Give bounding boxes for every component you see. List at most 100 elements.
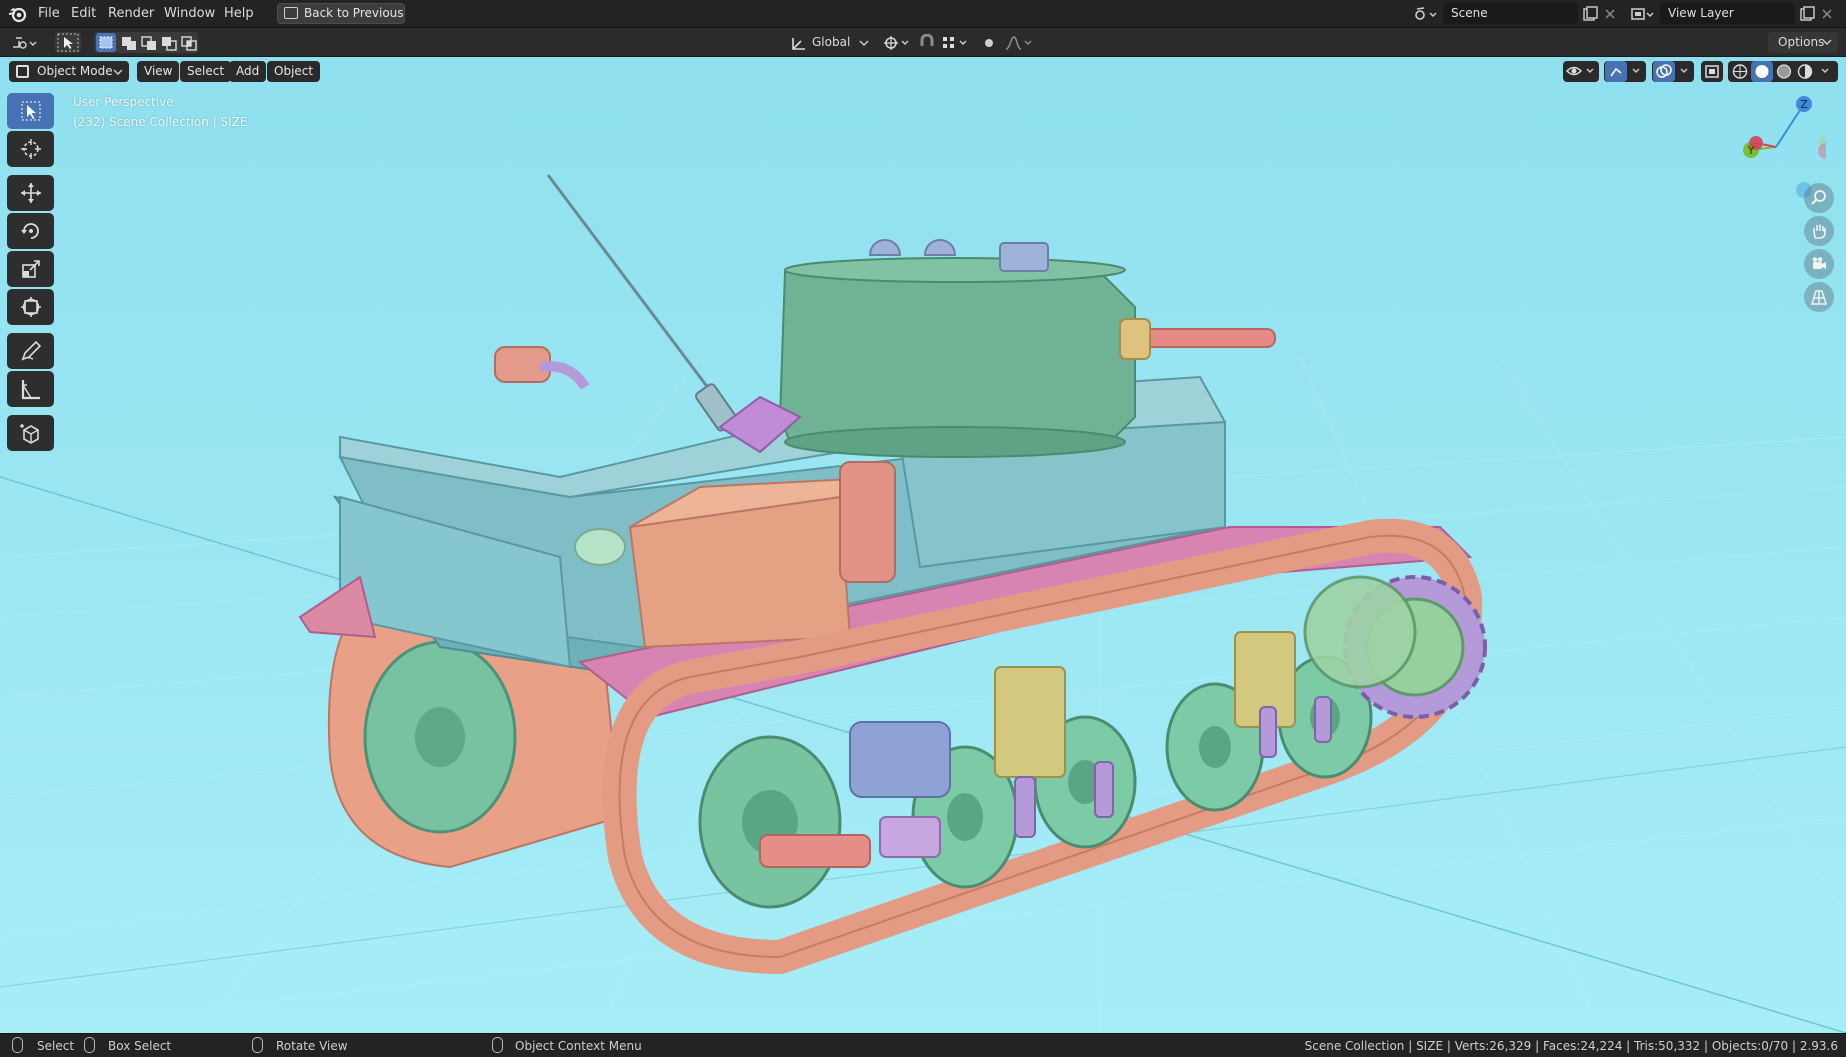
overlays-icon [1653,61,1688,82]
new-view-layer-icon[interactable] [1798,5,1816,23]
ruler-icon [21,380,40,400]
transform-icon [20,297,41,317]
annotate-tool[interactable] [7,333,54,369]
magnifier-icon [1811,190,1826,205]
blender-logo-icon[interactable] [8,5,28,23]
rotate-icon [20,223,39,239]
proportional-editing-icon[interactable] [980,34,998,52]
transform-tool[interactable] [7,289,54,325]
xray-icon [1705,65,1719,78]
snap-increment-icon[interactable] [940,34,970,52]
select-intersect-icon[interactable] [181,36,197,51]
wireframe-shading-icon[interactable] [1732,64,1748,79]
3d-cursor-icon [20,139,41,159]
selection-mode-group [94,32,198,53]
scale-tool[interactable] [7,251,54,287]
viewport-header: Object Mode View Select Add Object [0,57,1846,83]
object-mode-icon [16,65,29,78]
select-box-icon [21,101,40,121]
status-select-hint: Select [37,1039,75,1053]
z-axis-label: Z [1800,98,1808,111]
menu-edit[interactable]: Edit [65,4,102,24]
turret [778,271,1136,443]
shading-mode-group [1728,61,1838,82]
track-tensioner [759,834,871,868]
status-rotate-view-hint: Rotate View [276,1039,348,1053]
transform-orientation-dropdown[interactable]: Global [812,32,850,53]
measure-tool[interactable] [7,371,54,407]
select-new-icon[interactable] [96,33,116,52]
gizmo-icon [1605,61,1640,82]
editor-type-icon[interactable] [10,34,40,52]
visibility-dropdown[interactable] [1563,61,1599,82]
menu-window[interactable]: Window [158,4,221,24]
material-shading-icon[interactable] [1776,64,1792,79]
xray-toggle[interactable] [1701,61,1723,82]
cursor-tool[interactable] [7,131,54,167]
delete-view-layer-icon[interactable] [1818,5,1836,23]
add-cube-icon [19,424,39,444]
drive-housing [849,721,951,798]
shading-options-icon[interactable] [1821,68,1829,73]
view-menu[interactable]: View [137,61,180,82]
camera-icon [1812,257,1826,269]
new-scene-icon[interactable] [1581,5,1599,23]
move-tool[interactable] [7,175,54,211]
view-perspective-label: User Perspective [73,95,174,109]
snap-toggle-icon[interactable] [918,34,936,52]
transform-orientation-icon [792,38,805,50]
camera-view-button[interactable] [1804,249,1834,279]
gizmo-toggle[interactable] [1604,61,1646,82]
pan-button[interactable] [1804,216,1834,246]
select-subtract-icon[interactable] [141,36,156,50]
rotate-tool[interactable] [7,213,54,249]
select-box-tool[interactable] [7,93,54,129]
pencil-icon [21,340,41,361]
scene-statistics: Scene Collection | SIZE | Verts:26,329 |… [1304,1039,1838,1053]
chevron-down-icon [113,69,123,75]
object-mode-label: Object Mode [37,64,113,78]
active-tool-button[interactable] [55,32,81,53]
eye-icon [1565,66,1594,76]
tank-scene-render [0,57,1846,1033]
zoom-button[interactable] [1804,183,1834,213]
add-menu[interactable]: Add [229,61,267,82]
move-arrows-icon [20,183,41,203]
cursor-arrow-icon [57,33,79,52]
menu-file[interactable]: File [32,4,66,24]
object-mode-dropdown[interactable]: Object Mode [9,61,129,82]
pivot-point-icon[interactable] [882,34,912,52]
y-axis-label: Y [1747,144,1755,157]
3d-viewport[interactable]: Object Mode View Select Add Object User … [0,57,1846,1033]
mouse-middle-icon [252,1037,263,1053]
back-to-previous-label: Back to Previous [304,6,404,20]
turret-gun-barrel [1129,328,1276,348]
screen-icon [284,7,298,19]
status-context-menu-hint: Object Context Menu [515,1039,642,1053]
menu-render[interactable]: Render [102,4,160,24]
menu-help[interactable]: Help [218,4,260,24]
view-layer-browse-icon[interactable] [1630,5,1656,23]
scene-browse-icon[interactable] [1413,5,1439,23]
perspective-toggle-button[interactable] [1804,282,1834,312]
tool-settings-header: Global Options [0,28,1846,57]
view-layer-field[interactable]: View Layer [1660,3,1795,24]
falloff-curve-icon[interactable] [1004,34,1034,52]
select-difference-icon[interactable] [162,37,177,51]
back-to-previous-button[interactable]: Back to Previous [277,3,405,24]
chevron-down-icon [1822,39,1832,45]
turret-hatch [999,242,1049,272]
rendered-shading-icon[interactable] [1797,64,1813,79]
select-extend-icon[interactable] [122,37,136,50]
select-menu[interactable]: Select [180,61,232,82]
mouse-right-icon [492,1037,503,1053]
delete-scene-icon[interactable] [1601,5,1619,23]
gun-mantlet [1119,318,1151,360]
chevron-down-icon[interactable] [858,35,870,53]
options-dropdown[interactable]: Options [1768,32,1838,53]
add-cube-tool[interactable] [7,415,54,451]
overlays-toggle[interactable] [1652,61,1694,82]
object-menu[interactable]: Object [267,61,321,82]
solid-shading-icon[interactable] [1751,61,1773,82]
scene-name-field[interactable]: Scene [1443,3,1578,24]
